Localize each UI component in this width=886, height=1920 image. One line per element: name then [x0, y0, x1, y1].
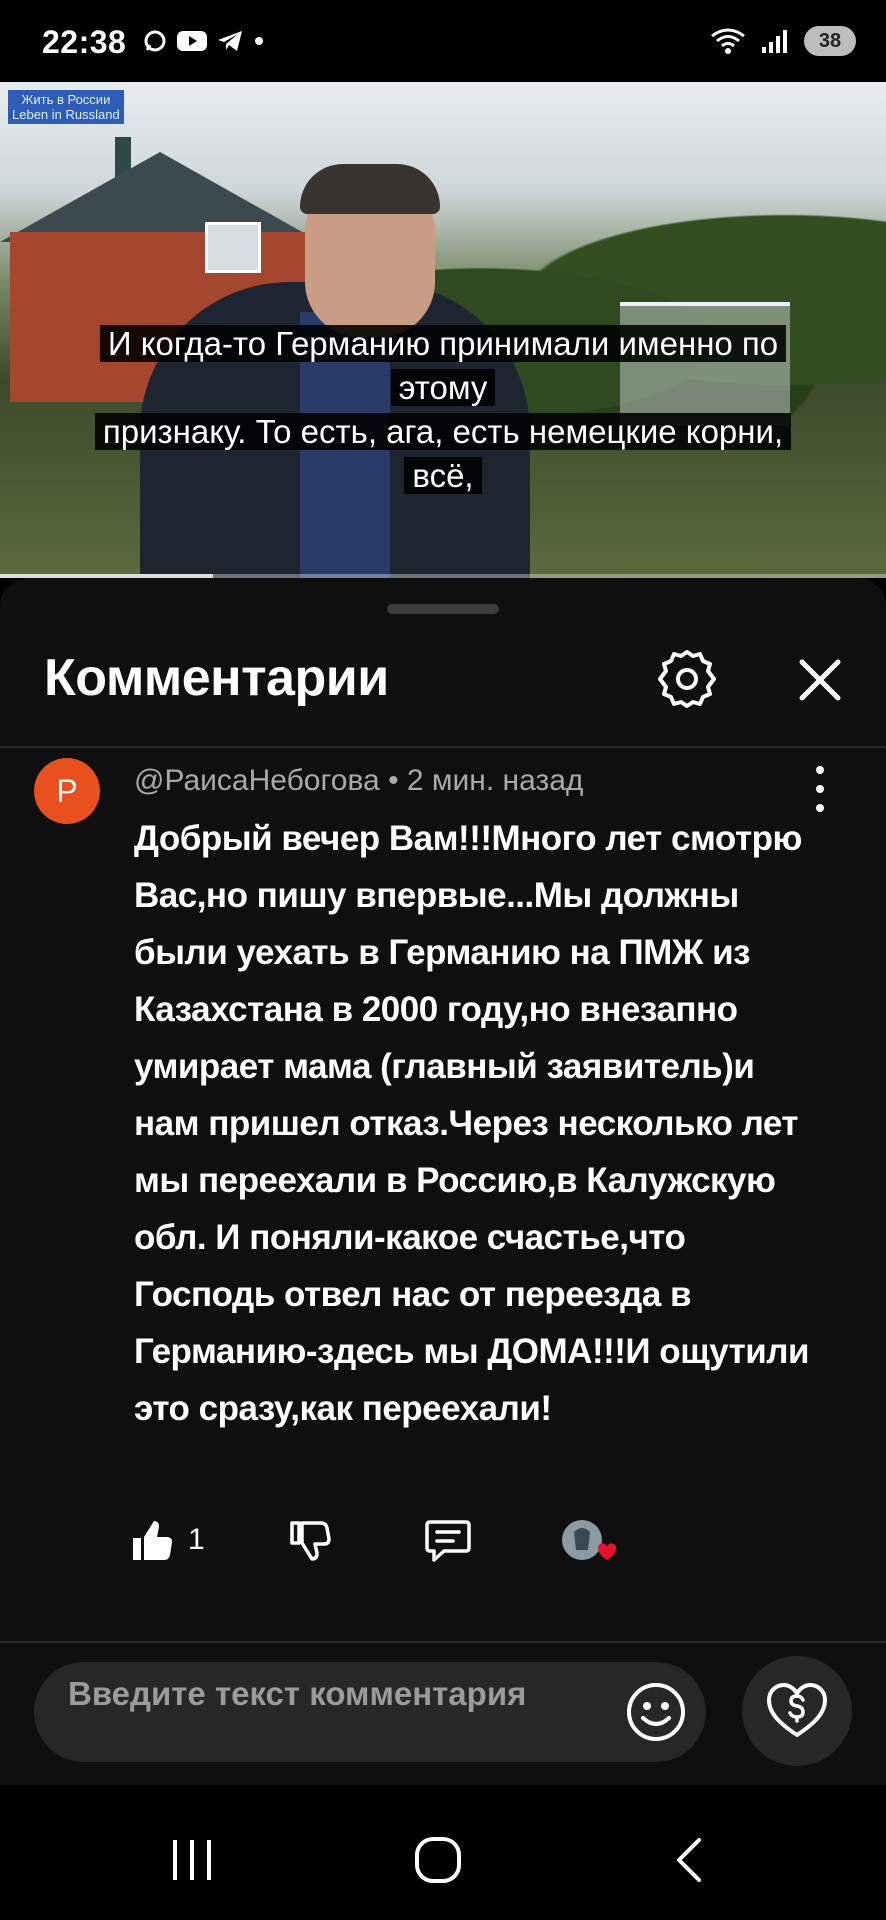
channel-watermark-line1: Жить в России	[21, 92, 111, 107]
home-icon	[415, 1837, 461, 1883]
video-player[interactable]: Жить в России Leben in Russland И когда-…	[0, 82, 886, 578]
comments-panel: Комментарии Р @РаисаНебогова • 2 мин. на…	[0, 578, 886, 1785]
creator-heart	[560, 1518, 622, 1576]
subtitle-line-4: всё,	[404, 457, 482, 494]
creator-avatar-heart-icon	[562, 1520, 616, 1560]
subtitle-line-3: признаку. То есть, ага, есть немецкие ко…	[94, 413, 792, 450]
signal-icon	[762, 30, 787, 53]
panel-title: Комментарии	[44, 649, 389, 707]
thumbs-down-icon	[290, 1521, 331, 1561]
reply-icon	[425, 1520, 471, 1562]
chat-bubble-icon	[144, 30, 166, 52]
system-navigation-bar	[0, 1785, 886, 1920]
subtitle-line-1: И когда-то Германию принимали именно по	[99, 325, 787, 362]
video-scene-hair	[300, 164, 440, 214]
dislike-button[interactable]	[288, 1518, 332, 1562]
channel-watermark: Жить в России Leben in Russland	[8, 90, 124, 124]
dot-icon	[255, 37, 263, 45]
back-button[interactable]	[658, 1835, 718, 1885]
telegram-icon	[218, 31, 242, 51]
composer-divider	[0, 1641, 886, 1643]
status-time: 22:38	[42, 24, 127, 60]
channel-watermark-line2: Leben in Russland	[12, 107, 120, 122]
close-icon	[799, 659, 841, 701]
comment-input-placeholder: Введите текст комментария	[68, 1675, 527, 1712]
video-scene-window	[205, 222, 261, 273]
more-dot-icon	[816, 766, 824, 774]
back-icon	[677, 1838, 701, 1882]
youtube-icon	[177, 31, 207, 51]
heart-dollar-icon	[767, 1683, 827, 1737]
recent-apps-icon	[173, 1840, 211, 1880]
notification-icons	[142, 28, 266, 54]
close-comments-button[interactable]	[790, 650, 850, 710]
gear-icon	[658, 650, 716, 708]
video-scene-roof	[0, 152, 320, 242]
like-button[interactable]: 1	[130, 1518, 205, 1562]
comment-author-meta[interactable]: @РаисаНебогова • 2 мин. назад	[134, 764, 583, 798]
panel-drag-handle[interactable]	[387, 604, 499, 614]
header-divider	[0, 746, 886, 748]
like-count: 1	[188, 1523, 205, 1556]
super-thanks-button[interactable]	[742, 1656, 852, 1766]
battery-indicator: 38	[804, 26, 856, 56]
smiley-icon	[627, 1683, 685, 1741]
status-bar: 22:38 38	[0, 0, 886, 82]
comment-input[interactable]: Введите текст комментария	[34, 1662, 706, 1762]
comment-text: Добрый вечер Вам!!!Много лет смотрю Вас,…	[134, 819, 810, 1428]
subtitle-line-2: этому	[390, 369, 496, 406]
recent-apps-button[interactable]	[162, 1835, 222, 1885]
thumbs-up-icon	[133, 1521, 172, 1560]
comments-settings-button[interactable]	[656, 648, 718, 710]
reply-button[interactable]	[424, 1518, 472, 1564]
system-icons: 38	[710, 26, 856, 56]
home-button[interactable]	[408, 1835, 468, 1885]
commenter-avatar[interactable]: Р	[34, 758, 100, 824]
emoji-button[interactable]	[624, 1680, 688, 1744]
wifi-icon	[711, 28, 745, 54]
more-dot-icon	[816, 785, 824, 793]
comment-more-button[interactable]	[806, 766, 834, 812]
video-subtitles: И когда-то Германию принимали именно по …	[20, 322, 866, 498]
comment-actions: 1	[130, 1518, 650, 1582]
